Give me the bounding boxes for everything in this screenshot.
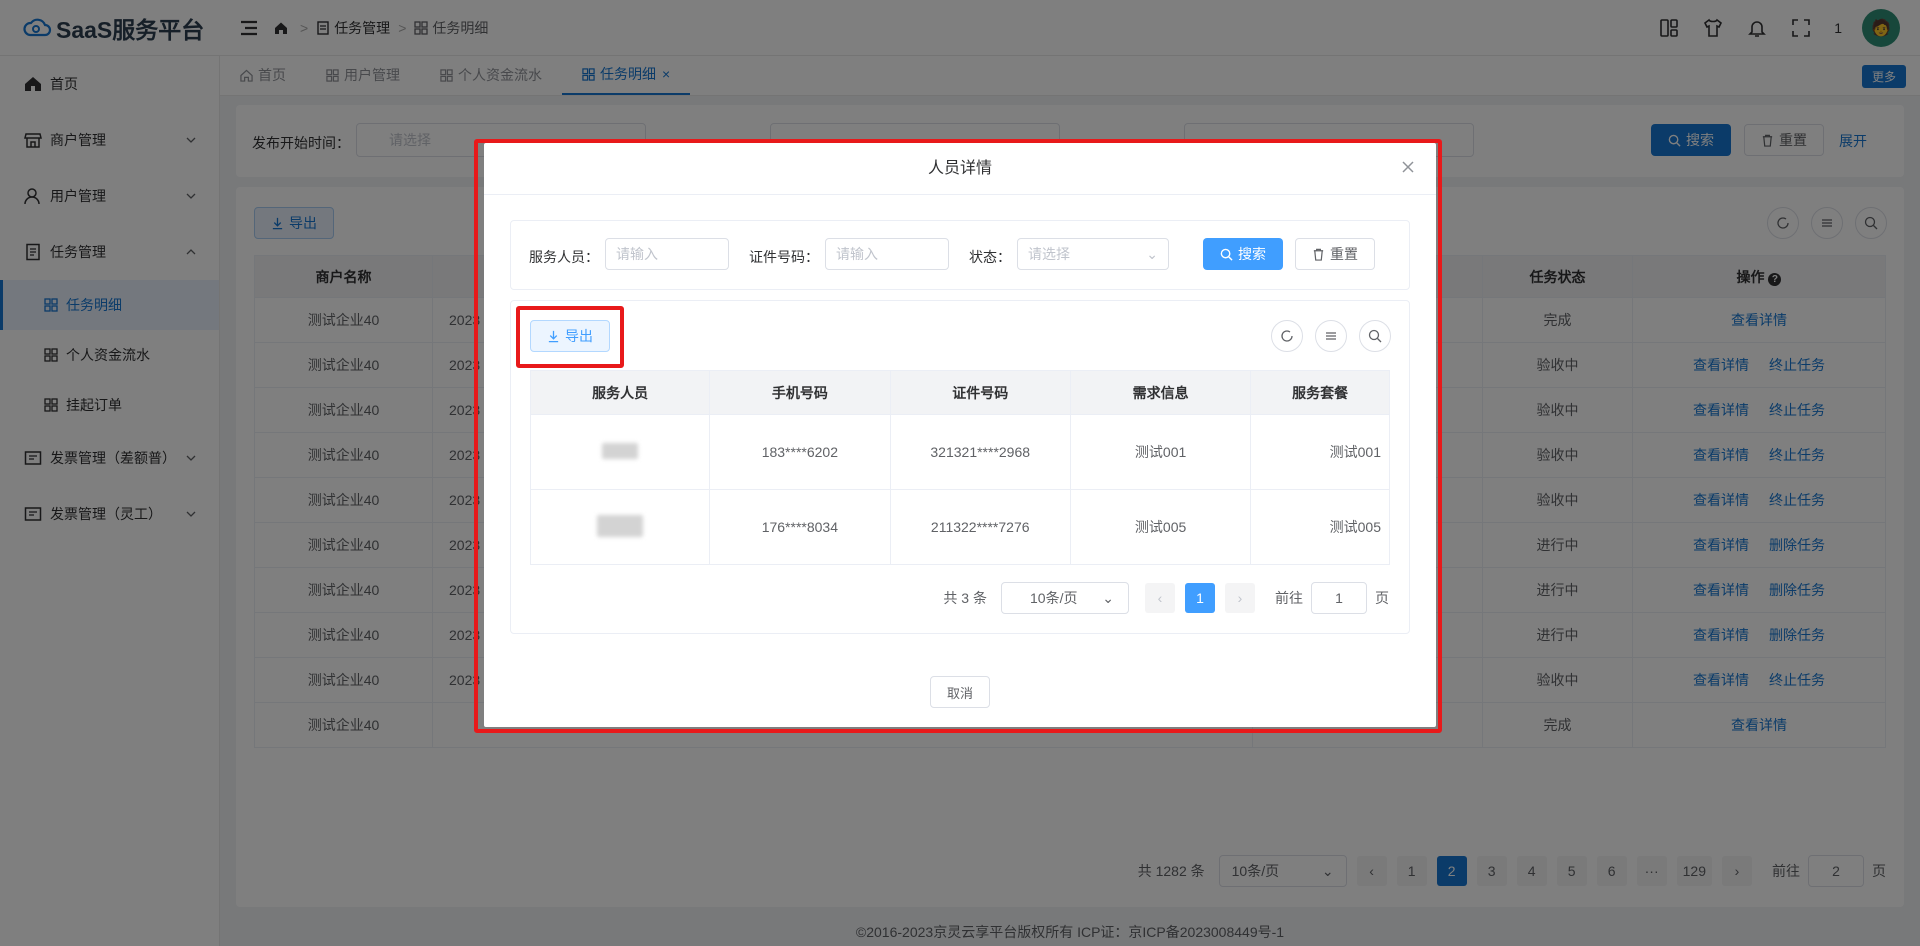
id-number-label: 证件号码： [749,249,819,265]
page-button-current[interactable]: 1 [1185,583,1215,613]
cell-phone: 183****6202 [709,414,891,490]
dialog-table-card: 导出 服务人员 手机号码 证件号码 需求信息 服务套餐 183****6202 32132… [510,300,1410,634]
cell-package: 测试005 [1250,489,1390,565]
download-icon [548,330,559,342]
trash-icon [1313,248,1324,261]
refresh-icon[interactable] [1271,320,1303,352]
cancel-button[interactable]: 取消 [930,676,990,708]
cell-person [529,489,711,565]
cell-phone: 176****8034 [709,489,891,565]
column-header: 服务套餐 [1250,370,1390,415]
columns-setting-icon[interactable] [1315,320,1347,352]
table-row: 183****6202 321321****2968 测试001 测试001 [529,414,1390,490]
dialog-title: 人员详情 [484,143,1436,195]
person-table: 服务人员 手机号码 证件号码 需求信息 服务套餐 183****6202 321321**… [529,370,1390,565]
dialog-search-form: 服务人员： 请输入 证件号码： 请输入 状态： 请选择 ⌄ 搜索 重置 [510,220,1410,290]
cell-id-number: 211322****7276 [889,489,1071,565]
dialog-pagination: 共 3 条 10条/页 ⌄ ‹ 1 › 前往 1 页 [943,582,1389,614]
table-row: 176****8034 211322****7276 测试005 测试005 [529,489,1390,565]
dialog-goto-input[interactable]: 1 [1311,582,1367,614]
column-header: 手机号码 [709,370,891,415]
dialog-reset-button[interactable]: 重置 [1295,238,1375,270]
column-header: 证件号码 [889,370,1071,415]
status-label: 状态： [969,249,1011,265]
cell-id-number: 321321****2968 [889,414,1071,490]
id-number-input[interactable]: 请输入 [825,238,949,270]
status-select[interactable]: 请选择 ⌄ [1017,238,1169,270]
search-icon [1220,248,1233,261]
prev-page-button[interactable]: ‹ [1145,583,1175,613]
cell-person [529,414,711,490]
dialog-search-button[interactable]: 搜索 [1203,238,1283,270]
column-header: 服务人员 [529,370,711,415]
service-person-label: 服务人员： [529,249,599,265]
service-person-input[interactable]: 请输入 [605,238,729,270]
chevron-down-icon: ⌄ [1102,589,1114,606]
dialog-export-button[interactable]: 导出 [530,320,610,352]
cell-demand: 测试001 [1069,414,1252,490]
search-toggle-icon[interactable] [1359,320,1391,352]
dialog-page-size-select[interactable]: 10条/页 ⌄ [1001,582,1129,614]
chevron-down-icon: ⌄ [1146,246,1158,262]
person-detail-dialog: 人员详情 服务人员： 请输入 证件号码： 请输入 状态： 请选择 ⌄ 搜索 重置… [484,143,1436,727]
next-page-button[interactable]: › [1225,583,1255,613]
cell-package: 测试001 [1250,414,1390,490]
column-header: 需求信息 [1069,370,1252,415]
blurred-name [597,514,644,537]
blurred-name [602,442,639,459]
cell-demand: 测试005 [1069,489,1252,565]
close-icon[interactable] [1400,159,1416,175]
